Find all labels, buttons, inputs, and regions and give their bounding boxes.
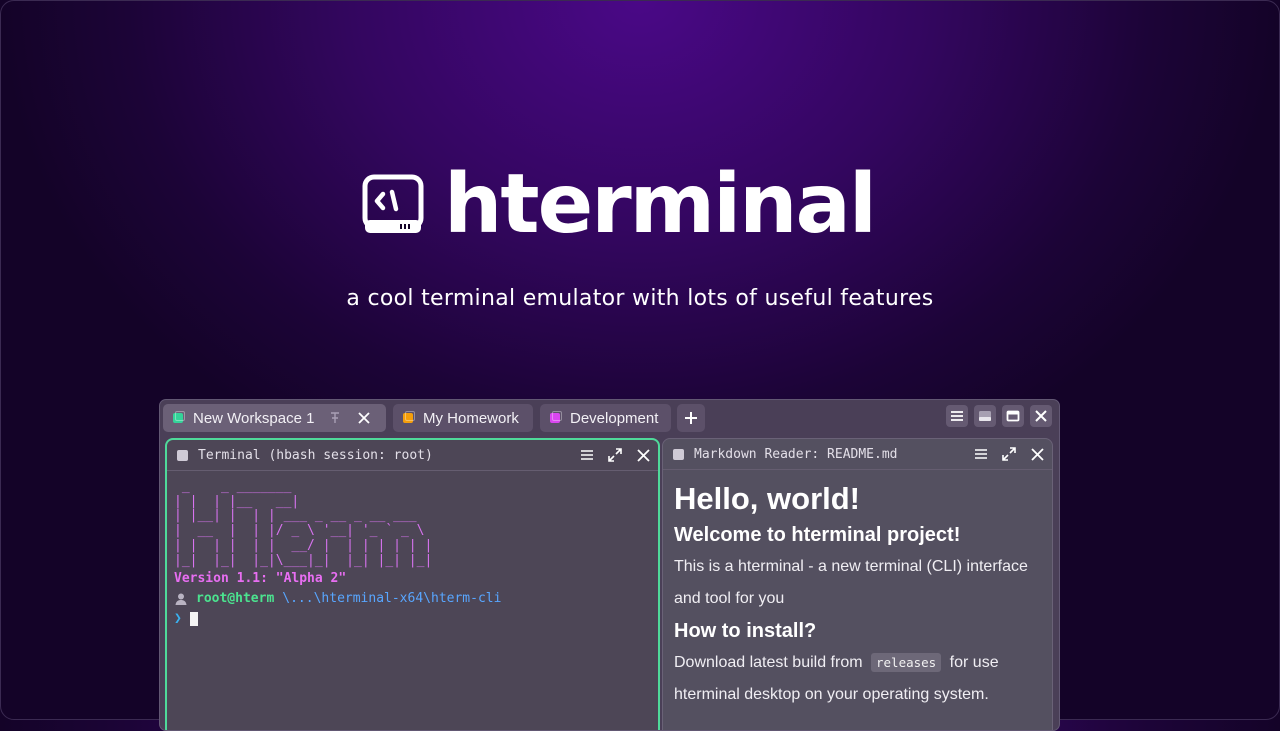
user-icon bbox=[175, 593, 187, 606]
pane-header: Terminal (hbash session: root) bbox=[167, 440, 658, 471]
expand-icon[interactable] bbox=[1000, 445, 1018, 463]
version-line: Version 1.1: "Alpha 2" bbox=[174, 571, 347, 587]
tab-new-workspace-1[interactable]: New Workspace 1 bbox=[163, 404, 386, 432]
prompt-info-line: root@hterm \...\hterminal-x64\hterm-cli bbox=[174, 589, 658, 609]
workspace-icon bbox=[173, 411, 185, 423]
menu-button[interactable] bbox=[946, 405, 968, 427]
tagline: a cool terminal emulator with lots of us… bbox=[346, 286, 934, 311]
pane-icon bbox=[673, 448, 684, 460]
terminal-logo-icon bbox=[362, 174, 424, 233]
add-tab-button[interactable] bbox=[677, 404, 705, 432]
workspace-icon bbox=[550, 411, 562, 423]
terminal-output: _ _ _______ | | | |__ __| | |__| | | | _… bbox=[174, 479, 658, 629]
tab-my-homework[interactable]: My Homework bbox=[393, 404, 533, 432]
md-heading-welcome: Welcome to hterminal project! bbox=[674, 524, 961, 546]
tab-label: New Workspace 1 bbox=[193, 409, 315, 427]
tab-label: Development bbox=[570, 409, 659, 427]
tab-development[interactable]: Development bbox=[540, 404, 671, 432]
pin-icon[interactable] bbox=[328, 411, 342, 425]
brand-name: hterminal bbox=[444, 157, 877, 252]
pane-title: Markdown Reader: README.md bbox=[694, 446, 898, 462]
prompt-user: root@hterm bbox=[196, 591, 275, 607]
close-pane-icon[interactable] bbox=[634, 446, 652, 464]
app-window: New Workspace 1 My Homework Development bbox=[159, 399, 1060, 731]
plus-icon bbox=[685, 412, 697, 424]
prompt-symbol: ❯ bbox=[174, 611, 182, 627]
markdown-pane[interactable]: Markdown Reader: README.md Hello, world!… bbox=[662, 438, 1053, 730]
ascii-art-logo: _ _ _______ | | | |__ __| | |__| | | | _… bbox=[174, 479, 433, 568]
hero-logo: hterminal bbox=[362, 157, 877, 252]
minimize-icon bbox=[979, 411, 991, 421]
md-paragraph-install: Download latest build from releases for … bbox=[674, 647, 1042, 711]
maximize-button[interactable] bbox=[1002, 405, 1024, 427]
maximize-icon bbox=[1006, 410, 1020, 422]
tab-bar: New Workspace 1 My Homework Development bbox=[160, 400, 1059, 436]
close-tab-icon[interactable] bbox=[356, 411, 372, 425]
pane-menu-icon[interactable] bbox=[972, 445, 990, 463]
pane-title: Terminal (hbash session: root) bbox=[198, 447, 433, 463]
md-paragraph-intro: This is a hterminal - a new terminal (CL… bbox=[674, 558, 1028, 607]
pane-header: Markdown Reader: README.md bbox=[663, 439, 1052, 470]
hamburger-icon bbox=[951, 411, 963, 421]
close-window-button[interactable] bbox=[1030, 405, 1052, 427]
terminal-pane[interactable]: Terminal (hbash session: root) _ _ _____… bbox=[165, 438, 660, 730]
close-icon bbox=[1035, 410, 1047, 422]
pane-menu-icon[interactable] bbox=[578, 446, 596, 464]
md-heading-1: Hello, world! bbox=[674, 481, 860, 516]
minimize-button[interactable] bbox=[974, 405, 996, 427]
markdown-content: Hello, world! Welcome to hterminal proje… bbox=[674, 479, 1042, 711]
md-heading-install: How to install? bbox=[674, 620, 817, 642]
tab-label: My Homework bbox=[423, 409, 519, 427]
prompt-path: \...\hterminal-x64\hterm-cli bbox=[282, 591, 502, 607]
inline-code-releases: releases bbox=[871, 653, 942, 672]
prompt-input-line[interactable]: ❯ bbox=[174, 609, 658, 629]
close-pane-icon[interactable] bbox=[1028, 445, 1046, 463]
pane-icon bbox=[177, 449, 188, 461]
md-text: Download latest build from bbox=[674, 654, 863, 671]
text-cursor bbox=[189, 612, 198, 627]
expand-icon[interactable] bbox=[606, 446, 624, 464]
workspace-icon bbox=[403, 411, 415, 423]
